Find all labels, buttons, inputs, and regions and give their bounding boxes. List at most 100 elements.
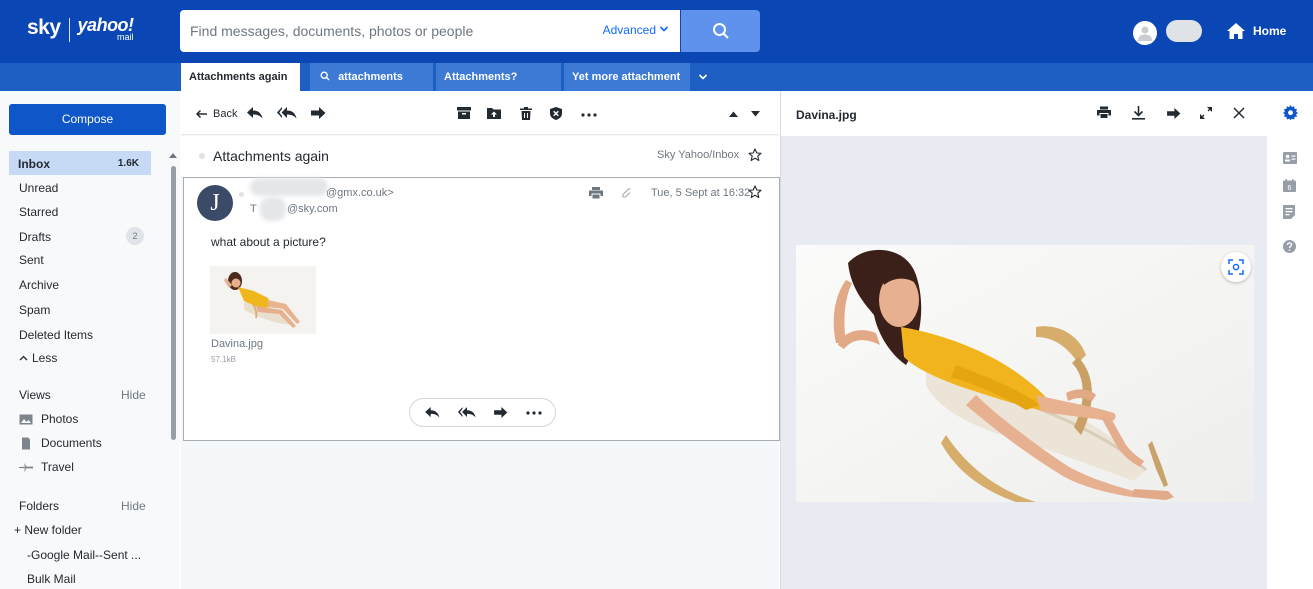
app-header: sky yahoo! mail Advanced Home [0,0,1313,63]
close-icon[interactable] [1233,107,1245,119]
viewer-file-name: Davina.jpg [796,108,857,122]
compose-button[interactable]: Compose [9,104,166,135]
sidebar-item-sent[interactable]: Sent [19,253,44,267]
photos-icon [19,414,33,424]
zoom-image-button[interactable] [1221,252,1251,282]
print-icon[interactable] [589,187,603,199]
previous-message-icon[interactable] [729,111,738,117]
search-box: Advanced [180,10,680,52]
reply-icon[interactable] [425,407,440,418]
account-name-pill[interactable] [1166,20,1202,42]
home-link[interactable]: Home [1226,22,1286,40]
new-folder-link[interactable]: + New folder [14,523,82,537]
sender-status-dot [239,192,244,197]
move-to-folder-icon[interactable] [487,107,501,119]
calendar-icon[interactable]: 6 [1283,179,1296,192]
next-message-icon[interactable] [751,111,760,117]
sidebar-item-inbox[interactable]: Inbox 1.6K [9,151,151,175]
attachment-name[interactable]: Davina.jpg [211,338,263,350]
reply-all-icon[interactable] [277,107,297,119]
views-hide-link[interactable]: Hide [121,388,146,402]
sidebar-view-photos[interactable]: Photos [19,412,78,426]
home-icon [1227,23,1245,39]
search-button[interactable] [681,10,760,52]
sidebar-item-deleted-items[interactable]: Deleted Items [19,328,93,342]
more-actions-icon[interactable] [526,411,542,415]
block-sender-shield-icon[interactable] [550,107,562,120]
forward-icon[interactable] [310,107,326,119]
tab-label: Attachments again [189,71,288,83]
search-icon [713,23,729,39]
recipient-prefix: T [250,203,257,215]
message-body: what about a picture? [211,235,326,249]
archive-icon[interactable] [457,107,471,119]
sky-yahoo-mail-logo[interactable]: sky yahoo! mail [27,16,134,42]
message-card: J @gmx.co.uk> T @sky.com Tue, 5 Sept at … [183,177,780,441]
profile-avatar[interactable] [1133,21,1157,45]
sender-email[interactable]: @gmx.co.uk> [326,187,394,199]
woman-in-yellow-dress-photo [796,245,1254,502]
sidebar-item-starred[interactable]: Starred [19,205,58,219]
back-button[interactable]: Back [213,108,237,120]
sidebar-less-toggle[interactable]: Less [19,351,57,365]
scroll-up-arrow-icon[interactable] [169,152,177,158]
sidebar-view-travel[interactable]: Travel [19,460,74,474]
tab-search-attachments[interactable]: attachments [310,63,433,91]
forward-icon[interactable] [493,407,508,418]
documents-icon [22,437,30,449]
logo-yahoo-block: yahoo! mail [78,16,135,42]
redacted-sender-name [250,178,328,196]
sidebar-scrollbar-thumb[interactable] [171,166,176,440]
back-arrow-icon[interactable] [195,109,208,119]
notepad-icon[interactable] [1283,205,1295,219]
advanced-search-link[interactable]: Advanced [603,23,656,37]
download-icon[interactable] [1132,106,1145,120]
expand-icon[interactable] [1199,106,1213,120]
reply-icon[interactable] [247,107,263,119]
attachment-thumbnail[interactable] [210,266,316,334]
star-icon[interactable] [748,148,762,162]
tab-yet-more-attachment[interactable]: Yet more attachment [564,63,690,91]
tab-label: Attachments? [444,71,518,83]
tab-attachments-question[interactable]: Attachments? [436,63,561,91]
settings-gear-icon[interactable] [1283,105,1298,120]
right-app-rail: 6 [1268,91,1313,589]
photo-thumbnail-image [210,266,316,334]
sidebar-item-archive[interactable]: Archive [19,278,59,292]
sidebar-item-drafts[interactable]: Drafts [19,230,51,244]
inbox-count: 1.6K [117,158,139,169]
logo-mail: mail [117,32,134,42]
folders-hide-link[interactable]: Hide [121,499,146,513]
sidebar-folder-google-mail-sent[interactable]: -Google Mail--Sent ... [27,548,141,562]
sidebar-item-spam[interactable]: Spam [19,303,50,317]
more-actions-icon[interactable] [581,113,597,117]
travel-icon [19,462,33,472]
tab-label: attachments [338,71,403,83]
svg-text:6: 6 [1288,185,1292,192]
help-icon[interactable] [1283,240,1296,253]
star-icon[interactable] [748,185,762,199]
logo-divider [68,18,70,42]
reply-all-icon[interactable] [458,407,476,418]
attachment-viewer: Davina.jpg [780,91,1268,589]
scan-zoom-icon [1228,259,1244,275]
photos-label: Photos [41,412,79,426]
recipient-email[interactable]: @sky.com [287,203,338,215]
print-icon[interactable] [1097,106,1111,119]
chevron-down-icon [659,26,669,32]
sidebar-folder-bulk-mail[interactable]: Bulk Mail [27,572,76,586]
sidebar-view-documents[interactable]: Documents [19,436,102,450]
tab-attachments-again[interactable]: Attachments again [181,63,300,91]
more-tabs-chevron-icon[interactable] [698,72,708,82]
message-folder-label: Sky Yahoo/Inbox [657,149,740,161]
redacted-recipient [260,197,286,221]
folder-sidebar: Compose Inbox 1.6K Unread Starred Drafts… [0,91,180,589]
message-tabs-bar: Attachments again attachments Attachment… [0,63,1313,91]
delete-icon[interactable] [520,107,532,120]
folders-heading: Folders [19,499,60,513]
search-input[interactable] [190,21,590,41]
sidebar-item-unread[interactable]: Unread [19,181,58,195]
forward-icon[interactable] [1166,108,1181,119]
contacts-card-icon[interactable] [1283,152,1297,164]
read-status-dot[interactable] [199,153,205,159]
